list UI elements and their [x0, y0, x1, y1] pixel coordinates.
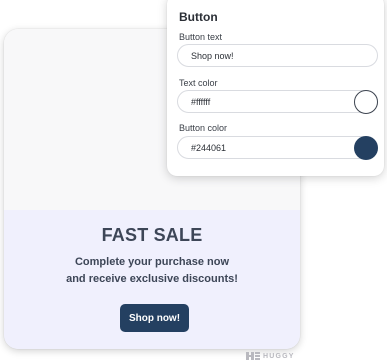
preview-subtext: Complete your purchase now and receive e…: [4, 254, 300, 288]
shop-now-button[interactable]: Shop now!: [120, 304, 189, 332]
preview-subtext-line-1: Complete your purchase now: [74, 256, 230, 268]
huggy-brand-text: HUGGY: [263, 352, 295, 360]
huggy-branding: HUGGY: [246, 352, 295, 360]
preview-subtext-line-2: and receive exclusive discounts!: [66, 273, 238, 285]
button-text-input[interactable]: Shop now!: [177, 44, 378, 67]
panel-title: Button: [179, 10, 218, 24]
button-color-swatch[interactable]: [354, 136, 378, 160]
text-color-swatch[interactable]: [354, 90, 378, 114]
huggy-logo-icon: [246, 352, 260, 360]
preview-headline: FAST SALE: [101, 225, 203, 245]
preview-body: FAST SALE Complete your purchase now and…: [4, 210, 300, 349]
button-settings-panel: Button Button text Shop now! Text color …: [167, 0, 384, 176]
button-color-label: Button color: [179, 123, 228, 133]
text-color-label: Text color: [179, 78, 218, 88]
button-text-label: Button text: [179, 32, 223, 42]
text-color-input[interactable]: #ffffff: [177, 90, 378, 113]
button-color-input[interactable]: #244061: [177, 136, 378, 159]
